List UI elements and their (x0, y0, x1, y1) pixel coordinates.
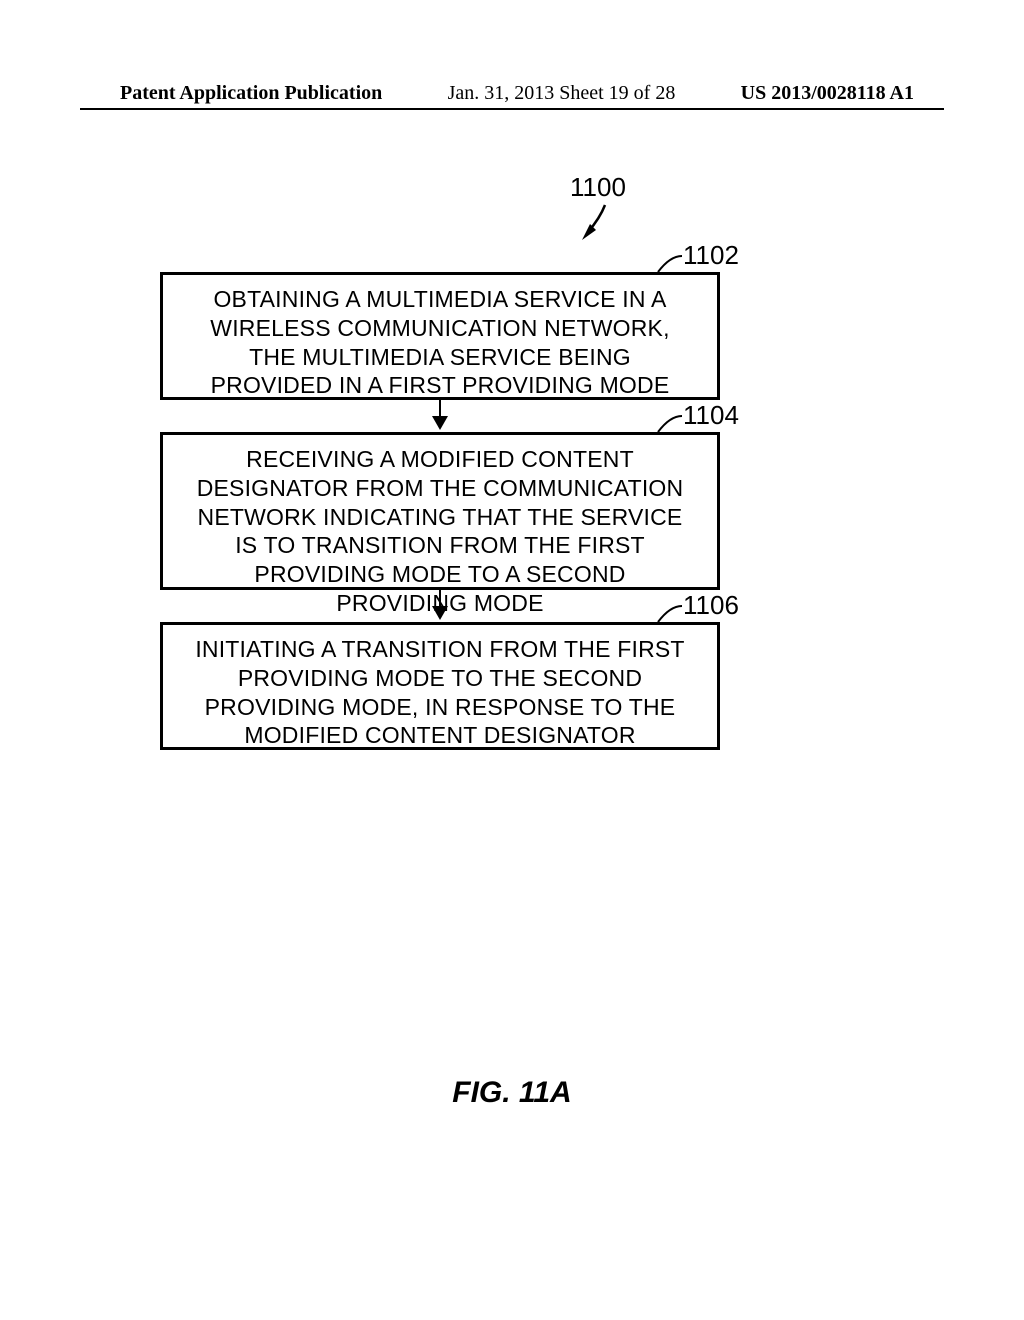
arrow-2-3 (160, 590, 720, 622)
figure-caption: FIG. 11A (0, 1076, 1024, 1110)
arrow-1-2 (160, 400, 720, 432)
page: Patent Application Publication Jan. 31, … (0, 0, 1024, 1320)
ref-1104: 1104 (683, 400, 739, 431)
header-mid: Jan. 31, 2013 Sheet 19 of 28 (448, 82, 676, 105)
ref-1106: 1106 (683, 590, 739, 621)
flow-step-1-text: OBTAINING A MULTIMEDIA SERVICE IN A WIRE… (210, 286, 669, 398)
header-right: US 2013/0028118 A1 (741, 82, 914, 105)
flow-step-1: OBTAINING A MULTIMEDIA SERVICE IN A WIRE… (160, 272, 720, 400)
header-rule (80, 108, 944, 110)
flow-step-3-text: INITIATING A TRANSITION FROM THE FIRST P… (195, 636, 684, 748)
pointer-1100-arrow-icon (560, 200, 630, 250)
flow-step-3: INITIATING A TRANSITION FROM THE FIRST P… (160, 622, 720, 750)
ref-1100: 1100 (570, 172, 626, 203)
page-header: Patent Application Publication Jan. 31, … (0, 82, 1024, 105)
header-left: Patent Application Publication (120, 82, 382, 105)
ref-1102: 1102 (683, 240, 739, 271)
flow-step-2: RECEIVING A MODIFIED CONTENT DESIGNATOR … (160, 432, 720, 590)
